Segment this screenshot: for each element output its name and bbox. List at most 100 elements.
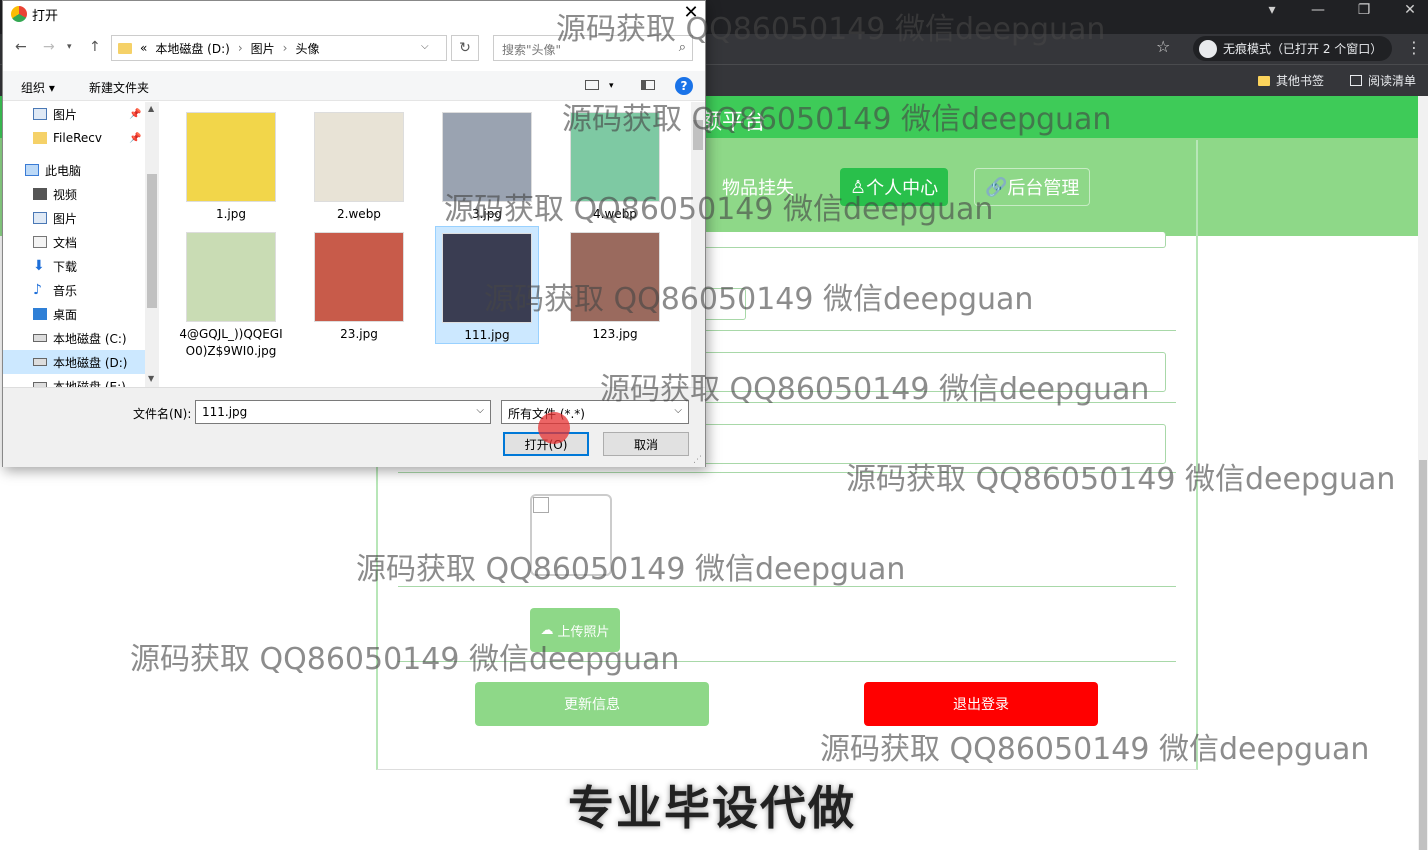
filename-input[interactable]: 111.jpg ⌵	[195, 400, 491, 424]
folder-search-input[interactable]: 搜索"头像" ⌕	[493, 35, 693, 61]
window-controls: ▾ — ❐ ✕	[1262, 2, 1420, 18]
file-thumbnail	[442, 233, 532, 323]
incognito-icon	[1199, 39, 1217, 58]
close-icon[interactable]: ✕	[679, 2, 703, 23]
form-field-1[interactable]	[700, 232, 1166, 248]
filetype-select[interactable]: 所有文件 (*.*) ⌵	[501, 400, 689, 424]
organize-menu[interactable]: 组织 ▾	[21, 79, 55, 96]
file-tile[interactable]: 123.jpg	[563, 226, 667, 343]
bookmark-star-icon[interactable]: ☆	[1156, 37, 1170, 56]
tree-item-downloads[interactable]: ⬇ 下载	[33, 254, 77, 278]
music-icon: ♪	[33, 282, 42, 298]
file-name: 123.jpg	[592, 327, 638, 341]
file-list: 1.jpg 2.webp 3.jpg 4.webp 4@GQJL_))QQEGI…	[161, 102, 691, 387]
file-tile[interactable]: 2.webp	[307, 106, 411, 223]
upload-photo-button[interactable]: ☁ 上传照片	[530, 608, 620, 652]
address-row: ← → ▾ ↑ « 本地磁盘 (D:) › 图片 › 头像 ⌵ ↻ 搜索"头像"…	[3, 29, 705, 67]
browser-menu-icon[interactable]: ⋮	[1406, 38, 1422, 57]
tree-item-drive-c[interactable]: 本地磁盘 (C:)	[33, 326, 127, 350]
maximize-icon[interactable]: ❐	[1354, 2, 1374, 18]
tree-item-pictures[interactable]: 图片	[33, 206, 77, 230]
refresh-icon: ↻	[459, 40, 471, 56]
tree-item-music[interactable]: ♪ 音乐	[33, 278, 77, 302]
open-file-dialog: 打开 ✕ ← → ▾ ↑ « 本地磁盘 (D:) › 图片 › 头像 ⌵ ↻ 搜…	[2, 0, 706, 467]
update-info-button[interactable]: 更新信息	[475, 682, 709, 726]
preview-pane-icon[interactable]	[641, 80, 655, 90]
folder-icon	[118, 42, 132, 54]
tree-scrollbar-thumb[interactable]	[147, 174, 157, 308]
files-scrollbar[interactable]	[691, 102, 705, 387]
incognito-badge[interactable]: 无痕模式（已打开 2 个窗口）	[1193, 36, 1393, 61]
tree-scrollbar[interactable]: ▲ ▼	[145, 102, 159, 387]
minimize-icon[interactable]: —	[1308, 2, 1328, 18]
pin-icon: 📌	[129, 109, 142, 120]
chevron-down-icon[interactable]: ⌵	[476, 405, 484, 416]
tree-item-drive-d[interactable]: 本地磁盘 (D:)	[3, 350, 145, 374]
navigation-tree: 图片 📌 FileRecv 📌 此电脑 视频 图片 文档 ⬇ 下载 ♪ 音乐 桌…	[3, 102, 159, 387]
file-name: 2.webp	[337, 207, 381, 221]
file-thumbnail	[186, 232, 276, 322]
cancel-button[interactable]: 取消	[603, 432, 689, 456]
address-bar[interactable]: « 本地磁盘 (D:) › 图片 › 头像	[111, 35, 447, 61]
tree-item-pictures-quick[interactable]: 图片	[33, 102, 77, 126]
help-icon[interactable]: ?	[675, 77, 693, 95]
tree-item-documents[interactable]: 文档	[33, 230, 77, 254]
tree-label: 此电脑	[45, 163, 82, 178]
form-divider	[398, 661, 1176, 662]
tree-item-videos[interactable]: 视频	[33, 182, 77, 206]
file-thumbnail	[314, 232, 404, 322]
file-tile[interactable]: 1.jpg	[179, 106, 283, 223]
back-arrow-icon[interactable]: ←	[15, 39, 27, 55]
download-icon: ⬇	[33, 258, 45, 274]
tree-item-desktop[interactable]: 桌面	[33, 302, 77, 326]
form-field-4[interactable]	[700, 424, 1166, 464]
file-tile[interactable]: 4.webp	[563, 106, 667, 223]
form-divider	[398, 586, 1176, 587]
tree-label: 下载	[53, 259, 78, 274]
form-divider	[398, 472, 1176, 473]
tree-label: 本地磁盘 (E:)	[53, 379, 126, 388]
breadcrumb-drive-d[interactable]: 本地磁盘 (D:)	[155, 40, 229, 57]
address-dropdown-icon[interactable]: ⌵	[421, 41, 429, 52]
tree-label: 视频	[53, 187, 78, 202]
files-scrollbar-thumb[interactable]	[693, 120, 703, 150]
breadcrumb-separator-icon: ›	[282, 41, 288, 55]
logout-button[interactable]: 退出登录	[864, 682, 1098, 726]
breadcrumb-separator-icon: ›	[237, 41, 243, 55]
recent-dropdown-icon[interactable]: ▾	[67, 42, 72, 52]
bookmark-reading-list[interactable]: 阅读清单	[1350, 72, 1416, 89]
tree-item-drive-e[interactable]: 本地磁盘 (E:)	[33, 374, 126, 387]
file-name: 4@GQJL_))QQEGIO0)Z$9WI0.jpg	[179, 327, 283, 358]
refresh-button[interactable]: ↻	[451, 35, 479, 61]
form-field-3[interactable]	[700, 352, 1166, 392]
chevron-down-icon[interactable]: ⌵	[674, 405, 682, 416]
view-dropdown-icon[interactable]: ▾	[609, 81, 614, 91]
upload-photo-label: 上传照片	[557, 624, 610, 640]
breadcrumb-avatar[interactable]: 头像	[295, 40, 319, 57]
document-icon	[33, 236, 47, 248]
file-tile-selected[interactable]: 111.jpg	[435, 226, 539, 344]
file-tile[interactable]: 23.jpg	[307, 226, 411, 343]
file-name: 1.jpg	[215, 207, 247, 221]
view-mode-icon[interactable]	[585, 80, 599, 90]
tree-item-this-pc[interactable]: 此电脑	[25, 158, 81, 182]
tree-label: 文档	[53, 235, 78, 250]
up-arrow-icon[interactable]: ↑	[89, 39, 101, 55]
breadcrumb-pictures[interactable]: 图片	[251, 40, 275, 57]
form-field-2[interactable]	[700, 288, 746, 320]
resize-grip-icon[interactable]: ⋰	[693, 455, 702, 465]
bookmark-other[interactable]: 其他书签	[1258, 72, 1324, 89]
tree-item-filerecv[interactable]: FileRecv	[33, 126, 102, 150]
file-name: 111.jpg	[464, 328, 510, 342]
scroll-down-icon[interactable]: ▼	[148, 374, 154, 383]
file-tile[interactable]: 4@GQJL_))QQEGIO0)Z$9WI0.jpg	[179, 226, 283, 360]
scroll-up-icon[interactable]: ▲	[148, 104, 154, 113]
breadcrumb-overflow[interactable]: «	[140, 41, 147, 55]
dialog-title: 打开	[32, 9, 59, 24]
profile-dropdown-icon[interactable]: ▾	[1262, 2, 1282, 18]
new-folder-button[interactable]: 新建文件夹	[89, 79, 149, 96]
page-scrollbar-thumb[interactable]	[1419, 460, 1427, 850]
file-tile[interactable]: 3.jpg	[435, 106, 539, 223]
close-window-icon[interactable]: ✕	[1400, 2, 1420, 18]
forward-arrow-icon[interactable]: →	[43, 39, 55, 55]
